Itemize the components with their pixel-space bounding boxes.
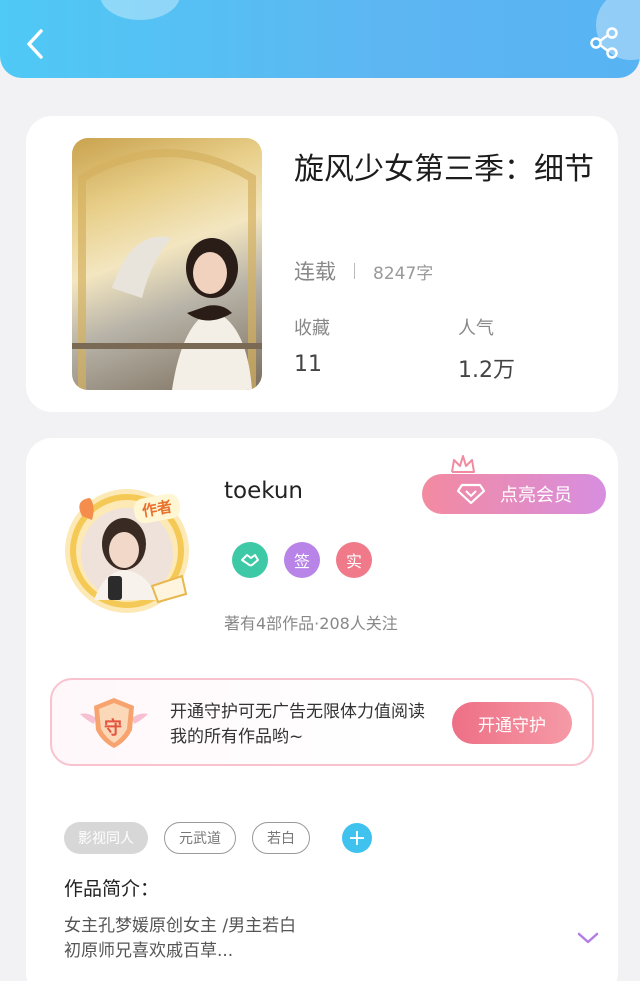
- guard-promo-text: 开通守护可无广告无限体力值阅读我的所有作品哟~: [170, 702, 425, 747]
- author-name[interactable]: toekun: [224, 478, 303, 504]
- cover-illustration: [72, 149, 262, 390]
- favorites-stat: 收藏 11: [294, 314, 330, 377]
- book-title: 旋风少女第三季：细节: [294, 152, 594, 187]
- intro-heading: 作品简介：: [64, 878, 160, 900]
- book-cover[interactable]: [72, 138, 262, 390]
- tag-item[interactable]: 元武道: [164, 822, 236, 854]
- tag-item[interactable]: 若白: [252, 822, 310, 854]
- intro-line: 初原师兄喜欢戚百草...: [64, 941, 234, 961]
- verified-badge[interactable]: 实: [336, 542, 372, 578]
- plus-icon: +: [347, 825, 367, 851]
- author-card: 作者 toekun 点亮会员 签 实 著有4部作品·208人关注 守 开通守护可…: [26, 438, 618, 981]
- guard-promo-banner: 守 开通守护可无广告无限体力值阅读我的所有作品哟~ 开通守护: [50, 678, 594, 766]
- word-count: 8247字: [373, 263, 434, 284]
- book-meta-row: 连载 8247字: [294, 256, 433, 286]
- top-bar: [0, 0, 640, 78]
- popularity-value: 1.2万: [458, 358, 515, 383]
- chevron-left-icon: [27, 29, 43, 59]
- serial-status: 连载: [294, 260, 336, 284]
- share-button[interactable]: [588, 26, 622, 60]
- intro-text: 女主孔梦媛原创女主 /男主若白 初原师兄喜欢戚百草...: [64, 914, 394, 964]
- divider: [354, 263, 355, 279]
- back-button[interactable]: [20, 26, 50, 62]
- chevron-down-icon[interactable]: [576, 930, 600, 946]
- author-avatar[interactable]: 作者: [52, 476, 202, 626]
- author-badges: 签 实: [232, 542, 372, 578]
- signed-badge[interactable]: 签: [284, 542, 320, 578]
- popularity-stat: 人气 1.2万: [458, 314, 515, 384]
- favorites-label: 收藏: [294, 318, 330, 339]
- handshake-icon[interactable]: [232, 542, 268, 578]
- intro-line: 女主孔梦媛原创女主 /男主若白: [64, 916, 297, 936]
- activate-vip-button[interactable]: 点亮会员: [422, 474, 606, 514]
- book-info-card: 旋风少女第三季：细节 连载 8247字 收藏 11 人气 1.2万: [26, 116, 618, 412]
- share-icon: [590, 27, 618, 59]
- vip-button-label: 点亮会员: [500, 485, 572, 506]
- diamond-icon: [456, 483, 486, 505]
- add-tag-button[interactable]: +: [342, 823, 372, 853]
- tag-item[interactable]: 影视同人: [64, 822, 148, 854]
- popularity-label: 人气: [458, 318, 494, 339]
- header-decoration: [100, 0, 180, 20]
- favorites-value: 11: [294, 352, 322, 377]
- activate-guard-button[interactable]: 开通守护: [452, 702, 572, 744]
- crown-icon: [451, 455, 475, 473]
- guard-shield-label: 守: [104, 718, 122, 739]
- tag-list: 影视同人 元武道 若白 +: [64, 822, 372, 854]
- author-works-info: 著有4部作品·208人关注: [224, 614, 398, 633]
- avatar-illustration: [65, 489, 189, 613]
